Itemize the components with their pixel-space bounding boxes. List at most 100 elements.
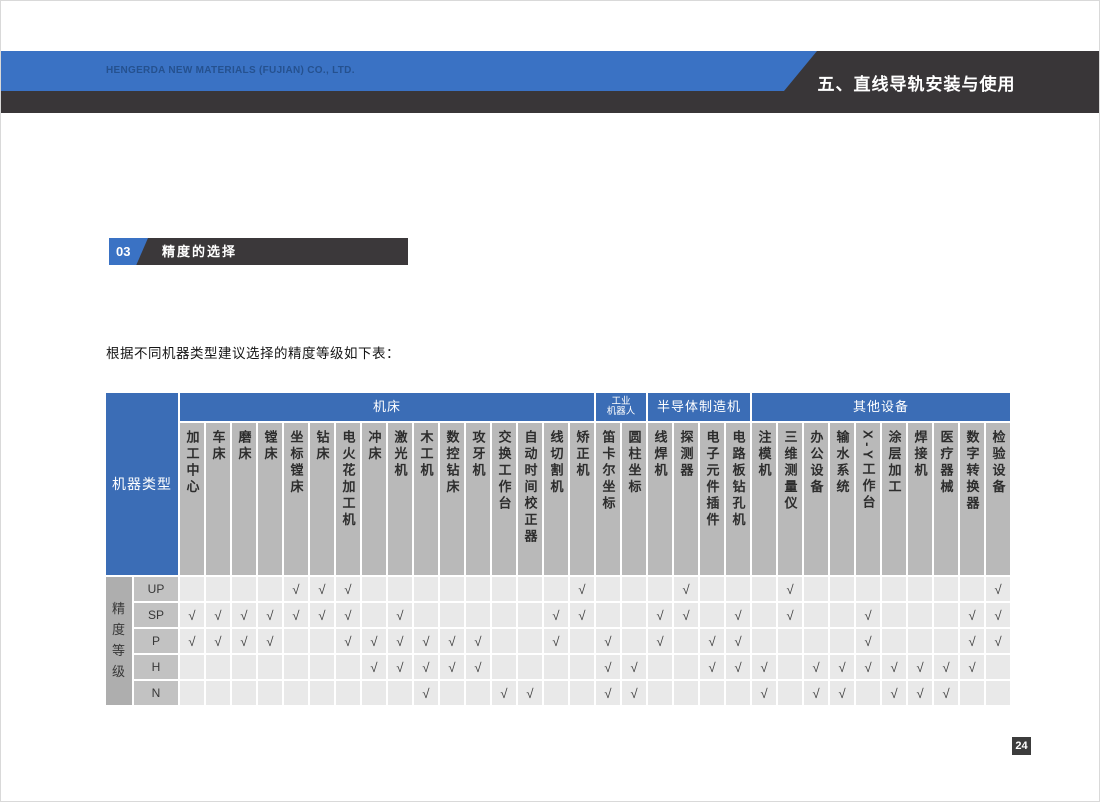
machine-column-header-text: 注模机 <box>758 430 771 480</box>
machine-column-header-text: 数控钻床 <box>446 430 459 496</box>
check-cell-checked: √ <box>830 681 854 705</box>
check-cell-checked: √ <box>986 603 1010 627</box>
check-cell <box>648 577 672 601</box>
machine-column-header: 电子元件插件 <box>700 423 724 575</box>
table-corner-machine-type: 机器类型 <box>106 393 178 575</box>
check-cell-checked: √ <box>960 603 984 627</box>
check-cell <box>518 655 542 679</box>
machine-column-header: 探测器 <box>674 423 698 575</box>
check-cell-checked: √ <box>622 655 646 679</box>
check-cell <box>778 629 802 653</box>
check-cell-checked: √ <box>544 603 568 627</box>
check-cell <box>180 681 204 705</box>
machine-column-header: X-Y工作台 <box>856 423 880 575</box>
machine-column-header: 电路板钻孔机 <box>726 423 750 575</box>
machine-column-header: 线切割机 <box>544 423 568 575</box>
machine-column-header: 攻牙机 <box>466 423 490 575</box>
check-cell-checked: √ <box>778 603 802 627</box>
check-cell <box>284 629 308 653</box>
check-cell <box>206 577 230 601</box>
check-cell-checked: √ <box>726 603 750 627</box>
check-cell-checked: √ <box>856 629 880 653</box>
check-cell <box>180 577 204 601</box>
column-group-header: 半导体制造机 <box>648 393 750 421</box>
check-cell-checked: √ <box>232 629 256 653</box>
check-cell <box>674 655 698 679</box>
check-cell-checked: √ <box>882 655 906 679</box>
machine-column-header-text: 交换工作台 <box>498 430 511 513</box>
check-cell <box>466 577 490 601</box>
check-cell <box>674 681 698 705</box>
machine-column-header: 冲床 <box>362 423 386 575</box>
company-name: HENGERDA NEW MATERIALS (FUJIAN) CO., LTD… <box>106 51 355 91</box>
machine-column-header: 笛卡尔坐标 <box>596 423 620 575</box>
precision-selection-table: 机器类型机床工业机器人半导体制造机其他设备加工中心车床磨床镗床坐标镗床钻床电火花… <box>104 391 1012 707</box>
machine-column-header: 检验设备 <box>986 423 1010 575</box>
check-cell <box>492 655 516 679</box>
machine-column-header-text: 自动时间校正器 <box>524 430 537 546</box>
machine-column-header-text: 三维测量仪 <box>784 430 797 513</box>
check-cell-checked: √ <box>180 603 204 627</box>
machine-column-header-text: 电路板钻孔机 <box>732 430 745 529</box>
check-cell-checked: √ <box>700 655 724 679</box>
check-cell-checked: √ <box>440 629 464 653</box>
check-cell <box>700 577 724 601</box>
check-cell <box>232 681 256 705</box>
check-cell <box>908 603 932 627</box>
check-cell-checked: √ <box>674 577 698 601</box>
machine-column-header-text: 电子元件插件 <box>706 430 719 529</box>
check-cell <box>388 577 412 601</box>
check-cell <box>622 629 646 653</box>
check-cell <box>882 603 906 627</box>
machine-column-header-text: 线焊机 <box>654 430 667 480</box>
machine-column-header: 数控钻床 <box>440 423 464 575</box>
check-cell-checked: √ <box>570 577 594 601</box>
check-cell <box>440 603 464 627</box>
check-cell <box>934 577 958 601</box>
header-blue-ribbon: HENGERDA NEW MATERIALS (FUJIAN) CO., LTD… <box>1 51 817 91</box>
check-cell <box>492 603 516 627</box>
machine-column-header-text: 输水系统 <box>836 430 849 496</box>
check-cell <box>726 681 750 705</box>
check-cell <box>206 681 230 705</box>
check-cell <box>544 681 568 705</box>
check-cell <box>830 603 854 627</box>
check-cell <box>804 603 828 627</box>
machine-column-header-text: 焊接机 <box>914 430 927 480</box>
check-cell <box>440 681 464 705</box>
machine-column-header-text: 木工机 <box>420 430 433 480</box>
check-cell-checked: √ <box>934 681 958 705</box>
check-cell <box>466 681 490 705</box>
column-group-header: 其他设备 <box>752 393 1010 421</box>
check-cell-checked: √ <box>648 603 672 627</box>
machine-column-header: 输水系统 <box>830 423 854 575</box>
check-cell-checked: √ <box>440 655 464 679</box>
machine-column-header-text: 加工中心 <box>186 430 199 496</box>
check-cell <box>934 603 958 627</box>
precision-grade-group-label: 精度等级 <box>106 577 132 705</box>
chapter-title: 五、直线导轨安装与使用 <box>809 51 1024 113</box>
machine-column-header: 注模机 <box>752 423 776 575</box>
check-cell <box>466 603 490 627</box>
check-cell <box>804 629 828 653</box>
check-cell <box>726 577 750 601</box>
check-cell <box>518 629 542 653</box>
machine-column-header-text: 坐标镗床 <box>290 430 303 496</box>
check-cell <box>700 681 724 705</box>
check-cell <box>596 577 620 601</box>
check-cell <box>570 655 594 679</box>
check-cell-checked: √ <box>414 629 438 653</box>
machine-column-header-text: 检验设备 <box>992 430 1005 496</box>
check-cell <box>180 655 204 679</box>
machine-column-header: 加工中心 <box>180 423 204 575</box>
machine-column-header: 磨床 <box>232 423 256 575</box>
check-cell <box>440 577 464 601</box>
check-cell-checked: √ <box>674 603 698 627</box>
check-cell-checked: √ <box>284 603 308 627</box>
machine-column-header-text: 医疗器械 <box>940 430 953 496</box>
check-cell <box>648 681 672 705</box>
check-cell <box>648 655 672 679</box>
check-cell <box>414 577 438 601</box>
machine-column-header-text: 探测器 <box>680 430 693 480</box>
check-cell-checked: √ <box>960 655 984 679</box>
